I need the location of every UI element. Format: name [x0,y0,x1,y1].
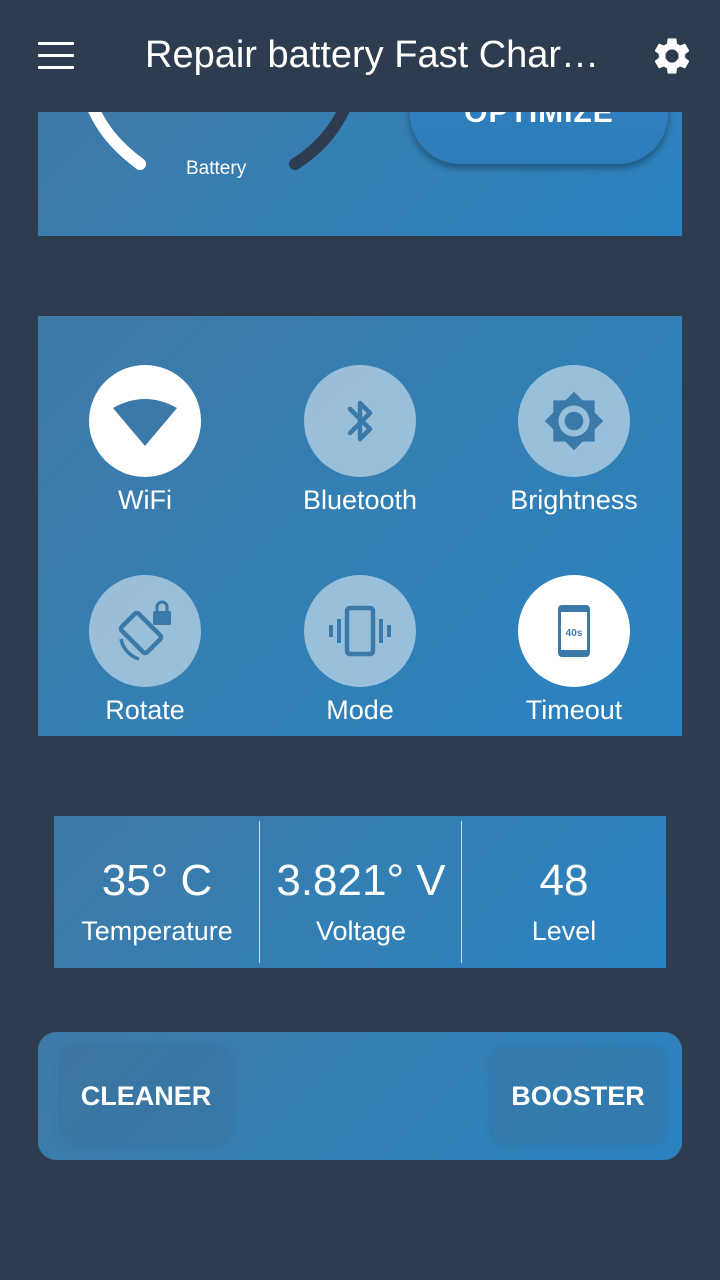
brightness-toggle[interactable]: Brightness [484,365,664,516]
booster-label: BOOSTER [511,1080,645,1111]
stat-label: Voltage [315,916,407,946]
app-title: Repair battery Fast Char… [145,34,600,76]
rotate-toggle[interactable]: Rotate [55,575,235,726]
battery-card: Battery OPTIMIZE [38,112,682,236]
vibrate-icon [304,575,416,687]
cleaner-label: CLEANER [80,1080,212,1111]
stat-value: 3.821° V [276,856,446,905]
stat-value: 48 [539,856,589,905]
stat-label: Level [531,916,597,946]
cleaner-button[interactable]: CLEANER [62,1048,230,1144]
stat-value: 35° C [101,856,213,905]
actions-card: CLEANER BOOSTER [38,1032,682,1160]
bluetooth-toggle[interactable]: Bluetooth [270,365,450,516]
hamburger-menu-icon[interactable] [38,42,74,70]
optimize-button[interactable]: OPTIMIZE [410,112,668,164]
app-bar: Repair battery Fast Char… [0,0,720,112]
voltage-stat: 3.821° V Voltage [260,816,462,968]
level-stat: 48 Level [462,816,666,968]
brightness-icon [518,365,630,477]
wifi-toggle[interactable]: WiFi [55,365,235,516]
toggle-label: Bluetooth [302,485,418,515]
booster-button[interactable]: BOOSTER [492,1048,664,1144]
toggle-label: Timeout [525,695,623,725]
temperature-stat: 35° C Temperature [54,816,260,968]
stat-label: Temperature [81,916,233,946]
screen-rotation-lock-icon [89,575,201,687]
screen-timeout-icon: 40s [518,575,630,687]
toggle-label: Rotate [105,695,185,725]
mode-toggle[interactable]: Mode [270,575,450,726]
bluetooth-icon [304,365,416,477]
timeout-badge: 40s [566,628,583,639]
quick-toggles-card: WiFi Bluetooth Brightness Rotate Mode 40… [38,316,682,736]
battery-stats-card: 35° C Temperature 3.821° V Voltage 48 Le… [54,816,666,968]
toggle-label: WiFi [118,485,172,515]
gear-icon[interactable] [650,34,694,78]
timeout-toggle[interactable]: 40s Timeout [484,575,664,726]
wifi-icon [89,365,201,477]
gauge-label: Battery [186,158,247,179]
toggle-label: Brightness [510,485,638,515]
toggle-label: Mode [326,695,394,725]
optimize-label: OPTIMIZE [464,112,614,129]
